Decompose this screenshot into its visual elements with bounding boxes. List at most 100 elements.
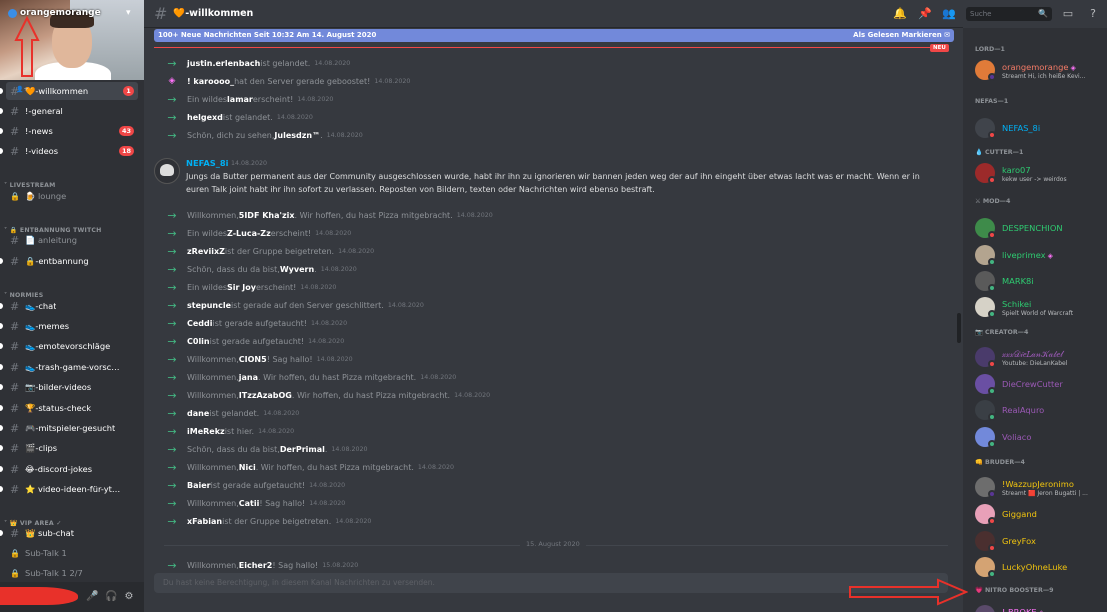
join-arrow-icon: → bbox=[167, 370, 177, 384]
member-item[interactable]: NEFAS_8i bbox=[973, 116, 1103, 140]
channel-item[interactable]: # 🏆-status-check bbox=[0, 399, 138, 417]
member-item[interactable]: MARK8i bbox=[973, 269, 1103, 293]
channel-item[interactable]: # 👟-memes bbox=[0, 317, 138, 335]
server-banner[interactable]: orangemorange ▾ bbox=[0, 0, 144, 80]
channel-item[interactable]: # ⭐ video-ideen-für-yt ⭐ bbox=[0, 480, 138, 498]
channel-item[interactable]: 🔒 🍺 lounge bbox=[6, 187, 138, 205]
member-name[interactable]: ITzzAzabOG bbox=[239, 391, 292, 400]
member-name[interactable]: RealAquro bbox=[1002, 405, 1044, 415]
member-name[interactable]: jana bbox=[239, 373, 258, 382]
member-name[interactable]: Z-Luca-Zz bbox=[227, 229, 271, 238]
member-name[interactable]: lamar bbox=[227, 95, 253, 104]
member-name[interactable]: Voliaco bbox=[1002, 432, 1031, 442]
channel-item[interactable]: 🔒 Sub-Talk 1 2/7 bbox=[6, 564, 138, 582]
member-name[interactable]: GreyFox bbox=[1002, 536, 1036, 546]
member-name[interactable]: 𝓍𝓍𝓍𝒟𝒾𝑒𝐿𝒶𝓃𝒦𝒶𝒷𝑒𝓁 bbox=[1002, 349, 1063, 360]
mark-read-button[interactable]: Als Gelesen Markieren ✉ bbox=[853, 29, 950, 42]
channel-item[interactable]: # 🎮-mitspieler-gesucht bbox=[0, 419, 138, 437]
member-item[interactable]: 𝓍𝓍𝓍𝒟𝒾𝑒𝐿𝒶𝓃𝒦𝒶𝒷𝑒𝓁 Youtube: DieLanKabel bbox=[973, 345, 1103, 369]
channel-item[interactable]: # 📄 anleitung bbox=[6, 231, 138, 249]
channel-item[interactable]: # 👟-chat bbox=[0, 297, 138, 315]
pin-icon[interactable]: 📌 bbox=[918, 7, 932, 21]
channel-item[interactable]: # !-news 43 bbox=[0, 122, 138, 140]
channel-item[interactable]: # !-videos 18 bbox=[0, 142, 138, 160]
member-item[interactable]: !WazzupJeronimo Streamt 🟥 Jeron Bugatti |… bbox=[973, 475, 1103, 499]
member-name[interactable]: Ceddi bbox=[187, 319, 213, 328]
chevron-down-icon[interactable]: ▾ bbox=[126, 8, 131, 18]
bell-icon[interactable]: 🔔 bbox=[893, 7, 907, 21]
channel-label: 📄 anleitung bbox=[25, 234, 78, 245]
member-name[interactable]: C0lin bbox=[187, 337, 210, 346]
member-item[interactable]: DESPENCHION bbox=[973, 216, 1103, 240]
member-name[interactable]: Catii bbox=[239, 499, 260, 508]
member-name[interactable]: Schikei bbox=[1002, 299, 1031, 309]
channel-item[interactable]: # 📷-bilder-videos bbox=[0, 378, 138, 396]
member-name[interactable]: Sir Joy bbox=[227, 283, 256, 292]
channel-label: 👑 sub-chat bbox=[25, 527, 74, 538]
channel-item[interactable]: 🔒 Sub-Talk 1 bbox=[6, 544, 138, 562]
avatar[interactable] bbox=[154, 158, 180, 184]
message-author[interactable]: NEFAS_8i bbox=[186, 158, 229, 168]
member-name[interactable]: stepuncle bbox=[187, 301, 231, 310]
member-name[interactable]: DESPENCHION bbox=[1002, 223, 1063, 233]
new-messages-bar[interactable]: 100+ Neue Nachrichten Seit 10:32 Am 14. … bbox=[154, 29, 954, 42]
member-name[interactable]: iMeRekz bbox=[187, 427, 225, 436]
member-name[interactable]: liveprimex ◈ bbox=[1002, 250, 1053, 260]
member-item[interactable]: liveprimex ◈ bbox=[973, 243, 1103, 267]
channel-item[interactable]: # !-general bbox=[0, 102, 138, 120]
member-name[interactable]: Eicher2 bbox=[239, 561, 273, 570]
channel-item[interactable]: # 👟-emotevorschläge bbox=[0, 337, 138, 355]
member-list-icon[interactable]: 👥 bbox=[942, 7, 956, 21]
inbox-icon[interactable]: ▭ bbox=[1061, 7, 1075, 21]
member-name[interactable]: Giggand bbox=[1002, 509, 1037, 519]
member-item[interactable]: GreyFox bbox=[973, 529, 1103, 553]
member-name[interactable]: NEFAS_8i bbox=[1002, 123, 1040, 133]
member-item[interactable]: DieCrewCutter bbox=[973, 372, 1103, 396]
channel-item[interactable]: # 🎬-clips bbox=[0, 439, 138, 457]
member-name[interactable]: Wyvern bbox=[280, 265, 314, 274]
member-name[interactable]: ! karoooo_ bbox=[187, 77, 234, 86]
member-name-text: DieCrewCutter bbox=[1002, 379, 1063, 389]
member-name[interactable]: LuckyOhneLuke bbox=[1002, 562, 1067, 572]
channel-item[interactable]: # 👑 sub-chat bbox=[0, 524, 138, 542]
help-icon[interactable]: ? bbox=[1086, 7, 1100, 21]
member-name[interactable]: CION5 bbox=[239, 355, 267, 364]
scrollbar[interactable] bbox=[957, 313, 961, 343]
member-name[interactable]: Nici bbox=[239, 463, 256, 472]
member-name[interactable]: zReviixZ bbox=[187, 247, 225, 256]
hash-icon: # bbox=[10, 421, 20, 435]
member-name[interactable]: ! BROKE◈ bbox=[1002, 607, 1044, 612]
channel-item[interactable]: # 🧡-willkommen 👤+ 1 bbox=[0, 82, 138, 100]
mic-icon[interactable]: 🎤 bbox=[86, 591, 98, 603]
settings-icon[interactable]: ⚙ bbox=[123, 591, 135, 603]
hash-icon: # bbox=[10, 299, 20, 313]
status-indicator bbox=[988, 440, 996, 448]
member-name[interactable]: karo07 bbox=[1002, 165, 1031, 175]
member-item[interactable]: ! BROKE◈Spielt Valorant bbox=[973, 603, 1103, 612]
channel-item[interactable]: # 🔒-entbannung bbox=[0, 252, 138, 270]
member-name[interactable]: Julesdzn™ bbox=[274, 131, 320, 140]
member-item[interactable]: Voliaco bbox=[973, 425, 1103, 449]
member-item[interactable]: LuckyOhneLuke bbox=[973, 555, 1103, 579]
member-item[interactable]: orangemorange ◈ Streamt Hi, ich heiße Kevi… bbox=[973, 58, 1103, 82]
member-name[interactable]: Baier bbox=[187, 481, 211, 490]
channel-item[interactable]: # 👟-trash-game-vorschlä... bbox=[0, 358, 138, 376]
headphones-icon[interactable]: 🎧 bbox=[105, 591, 117, 603]
member-name[interactable]: xFabian bbox=[187, 517, 222, 526]
member-name[interactable]: helgexd bbox=[187, 113, 223, 122]
member-name[interactable]: justin.erlenbach bbox=[187, 59, 260, 68]
member-name[interactable]: dane bbox=[187, 409, 209, 418]
member-item[interactable]: RealAquro bbox=[973, 398, 1103, 422]
member-name[interactable]: DerPrimal bbox=[280, 445, 325, 454]
member-name[interactable]: 5IDF Kha'zix bbox=[239, 211, 295, 220]
member-item[interactable]: Giggand bbox=[973, 502, 1103, 526]
member-name[interactable]: DieCrewCutter bbox=[1002, 379, 1063, 389]
member-item[interactable]: Schikei Spielt World of Warcraft bbox=[973, 295, 1103, 319]
avatar[interactable] bbox=[975, 605, 995, 612]
member-name[interactable]: MARK8i bbox=[1002, 276, 1034, 286]
search-input[interactable]: Suche 🔍 bbox=[966, 7, 1052, 21]
member-item[interactable]: karo07 kekw user -> weirdos bbox=[973, 161, 1103, 185]
channel-item[interactable]: # 😂-discord-jokes bbox=[0, 460, 138, 478]
member-name[interactable]: !WazzupJeronimo bbox=[1002, 479, 1074, 489]
member-name[interactable]: orangemorange ◈ bbox=[1002, 62, 1076, 72]
